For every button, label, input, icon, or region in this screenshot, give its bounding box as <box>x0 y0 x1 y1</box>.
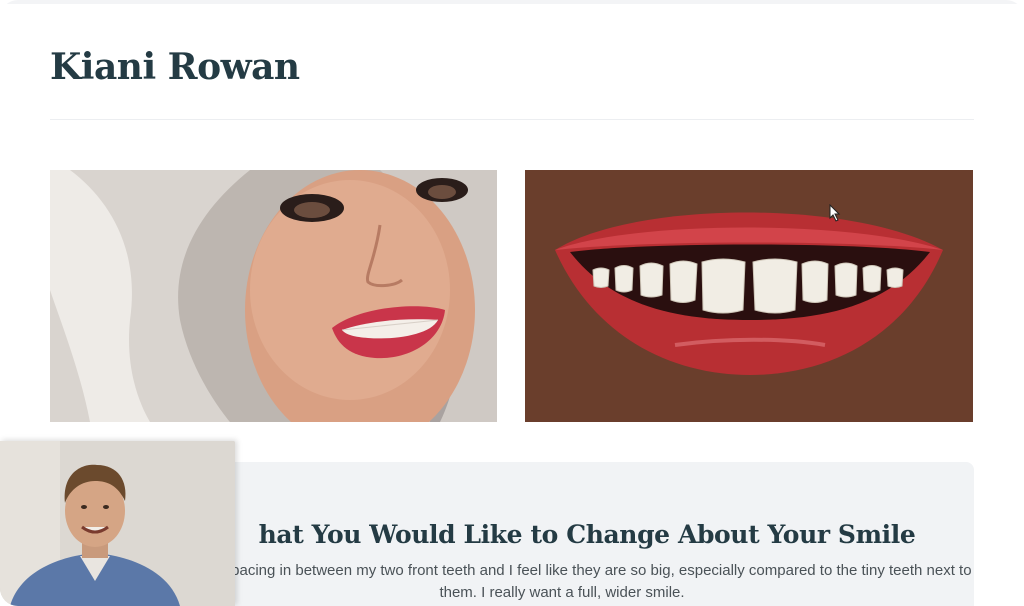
portrait-illustration <box>50 170 497 422</box>
mouse-cursor-icon <box>829 204 841 222</box>
smile-closeup-illustration <box>525 170 973 422</box>
webcam-participant-video[interactable] <box>0 441 235 606</box>
patient-name: Kiani Rowan <box>50 46 300 88</box>
smile-change-text: n't like the spacing in between my two f… <box>152 562 972 601</box>
screen: Kiani Rowan hat You Would Like to Change… <box>0 0 1024 606</box>
header-divider <box>50 119 974 120</box>
smile-closeup-photo[interactable] <box>525 170 973 422</box>
top-edge <box>0 0 1024 4</box>
portrait-photo[interactable] <box>50 170 497 422</box>
webcam-participant-illustration <box>0 441 235 606</box>
